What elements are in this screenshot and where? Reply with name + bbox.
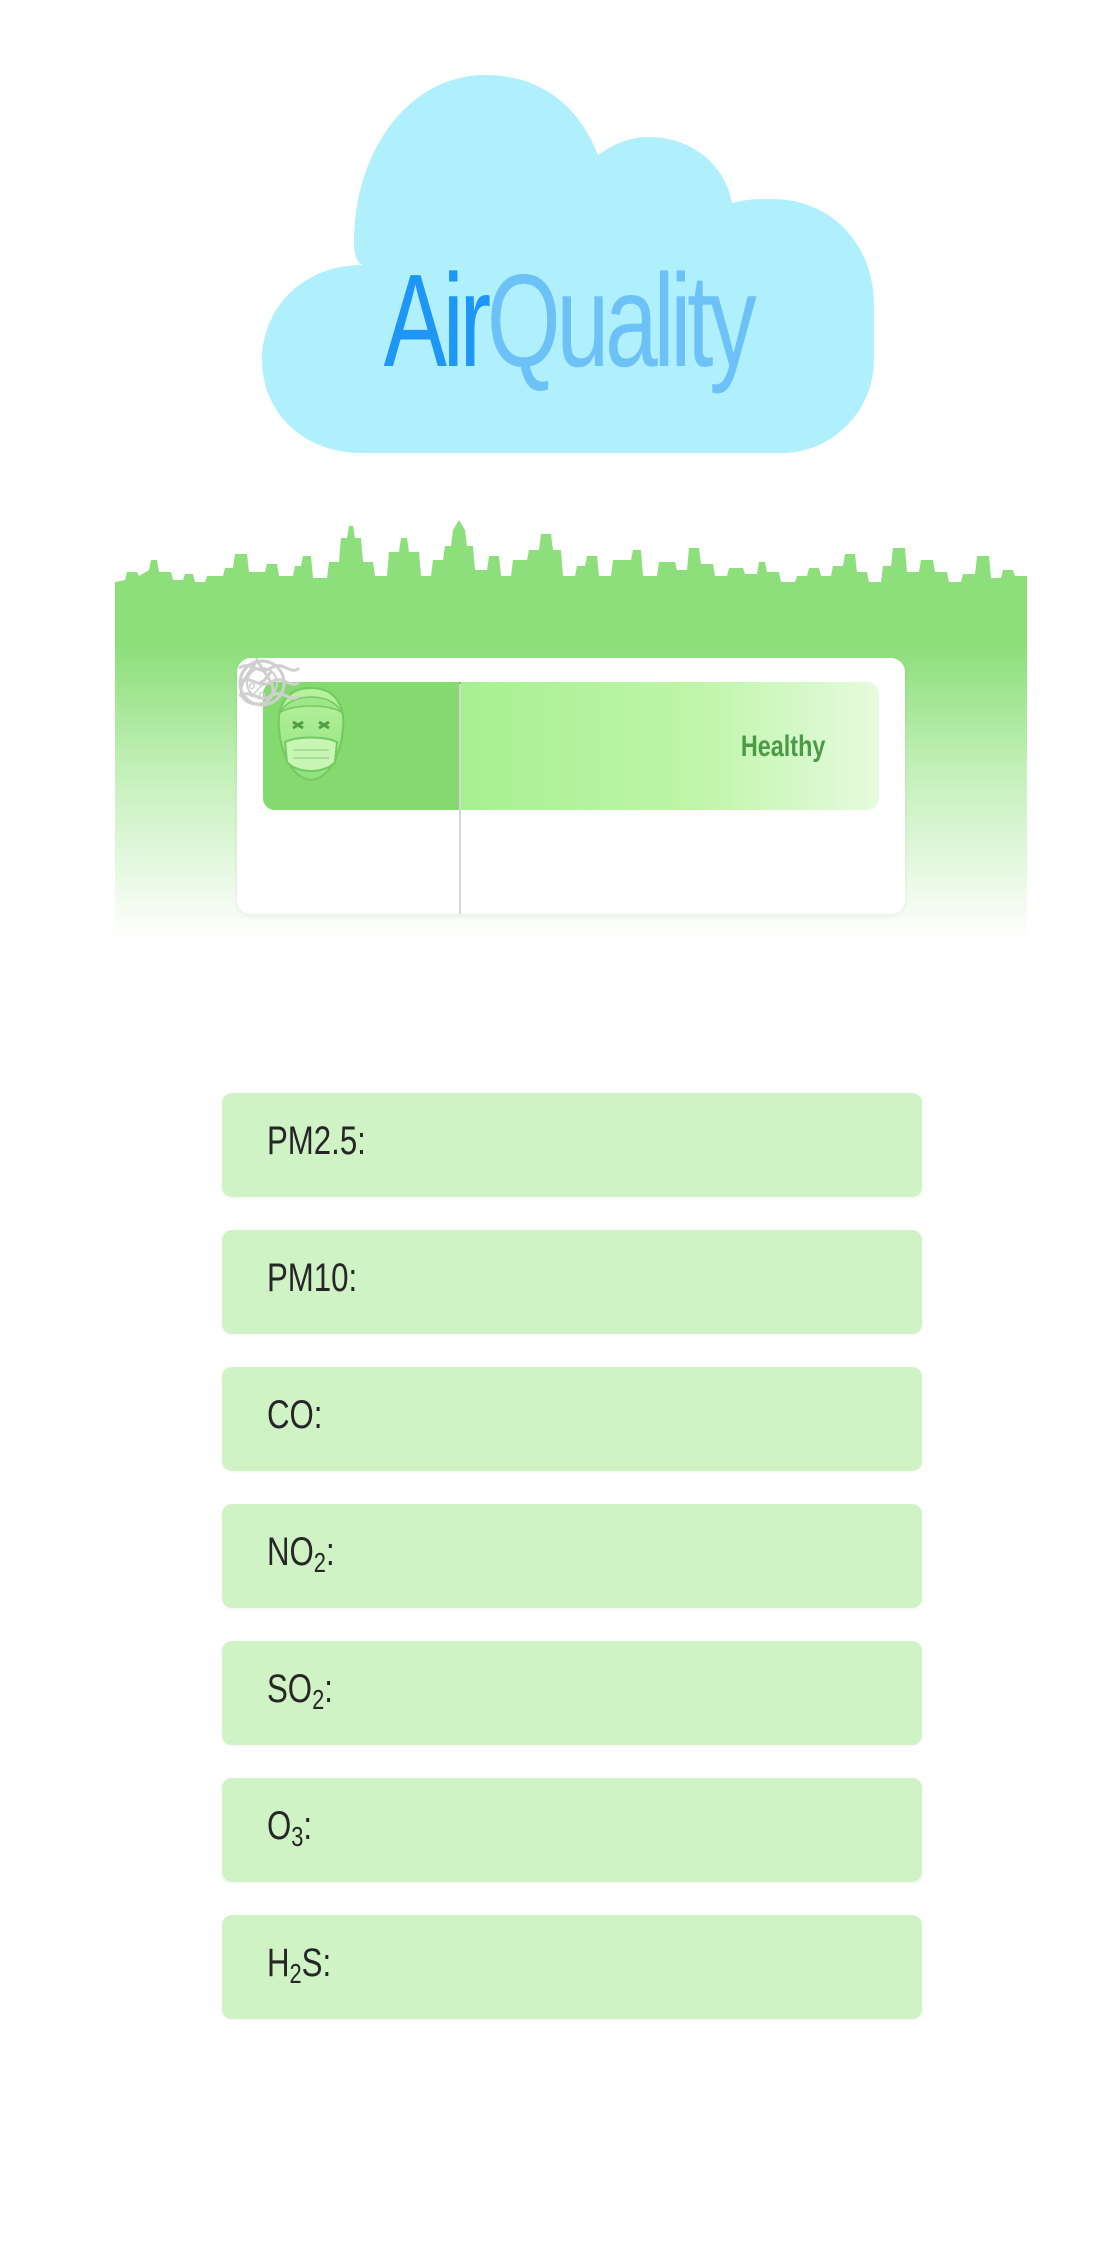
status-bar: Healthy <box>263 682 879 810</box>
pollutant-row-h2s: H2S: <box>222 1915 922 2019</box>
pollutant-row-co: CO: <box>222 1367 922 1471</box>
pollutant-label: O3: <box>267 1804 313 1852</box>
logo-quality: Quality <box>486 247 757 394</box>
pollutant-label: H2S: <box>267 1941 332 1989</box>
card-divider <box>459 684 461 914</box>
app-logo: AirQuality <box>262 75 874 455</box>
pollutant-label: NO2: <box>267 1530 335 1578</box>
air-status-panel: Healthy <box>115 520 1027 940</box>
pollutant-row-o3: O3: <box>222 1778 922 1882</box>
air-status-label: Healthy <box>740 730 825 763</box>
pollutant-row-pm10: PM10: <box>222 1230 922 1334</box>
logo-text: AirQuality <box>348 255 789 387</box>
humidity-drop-icon <box>239 658 275 706</box>
pollutant-list: PM2.5: PM10: CO: NO2: SO2: O3: H2S: <box>222 1093 922 2052</box>
pollutant-label: SO2: <box>267 1667 333 1715</box>
pollutant-label: PM10: <box>267 1256 358 1300</box>
pollutant-row-pm25: PM2.5: <box>222 1093 922 1197</box>
pollutant-row-so2: SO2: <box>222 1641 922 1745</box>
logo-air: Air <box>383 247 492 394</box>
pollutant-label: PM2.5: <box>267 1119 366 1163</box>
status-card: Healthy <box>237 658 905 914</box>
pollutant-row-no2: NO2: <box>222 1504 922 1608</box>
pollutant-label: CO: <box>267 1393 323 1437</box>
